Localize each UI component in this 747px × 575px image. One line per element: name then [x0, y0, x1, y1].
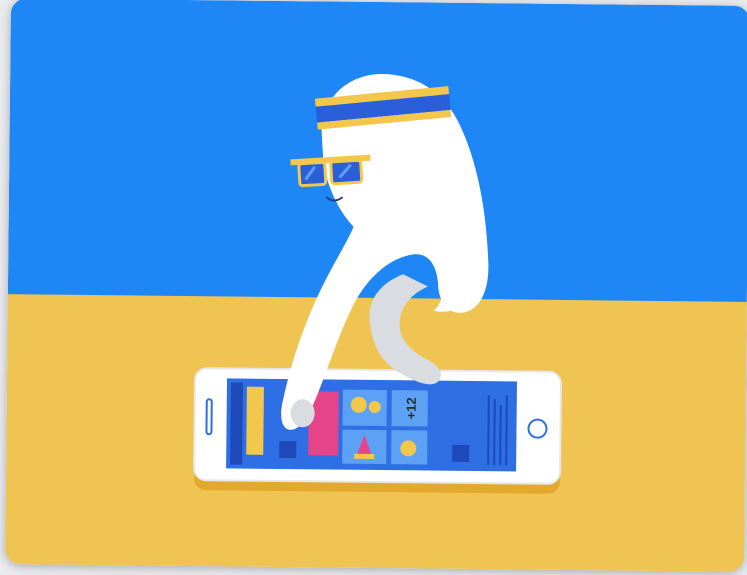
sidebar-strip	[230, 382, 243, 465]
notification-badge-count: +12	[404, 397, 419, 419]
tile-navy-small-left	[279, 440, 297, 459]
finger-tap-illustration: +12	[5, 0, 747, 572]
cupcake-base	[354, 453, 375, 459]
tile-navy-small-right	[452, 444, 470, 462]
tile-yellow-tall	[246, 386, 264, 455]
illustration-card: +12	[5, 0, 747, 572]
sunglasses-icon	[290, 154, 371, 188]
phone: +12	[193, 367, 562, 485]
